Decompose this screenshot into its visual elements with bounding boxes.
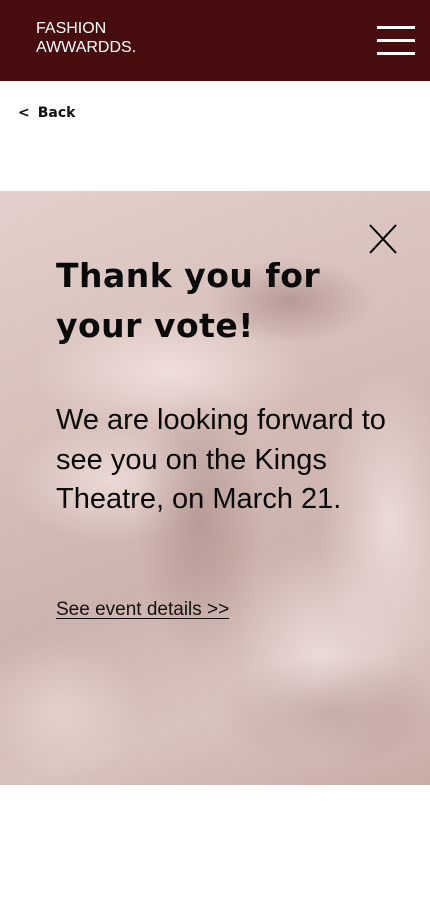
logo-line-2: AWWARDDS. <box>36 39 137 56</box>
event-details-link[interactable]: See event details >> <box>56 599 229 621</box>
close-icon[interactable] <box>368 224 398 254</box>
back-link[interactable]: < Back <box>18 105 75 121</box>
back-label: Back <box>37 105 76 121</box>
header: FASHION AWWARDDS. <box>0 0 430 81</box>
logo[interactable]: FASHION AWWARDDS. <box>36 19 136 57</box>
logo-line-1: FASHION <box>36 20 107 37</box>
hamburger-menu-icon[interactable] <box>377 26 415 56</box>
chevron-left-icon: < <box>18 105 30 121</box>
confirmation-panel: Thank you for your vote! We are looking … <box>0 191 430 785</box>
confirmation-title: Thank you for your vote! <box>56 256 321 345</box>
confirmation-message: We are looking forward to see you on the… <box>56 404 386 515</box>
